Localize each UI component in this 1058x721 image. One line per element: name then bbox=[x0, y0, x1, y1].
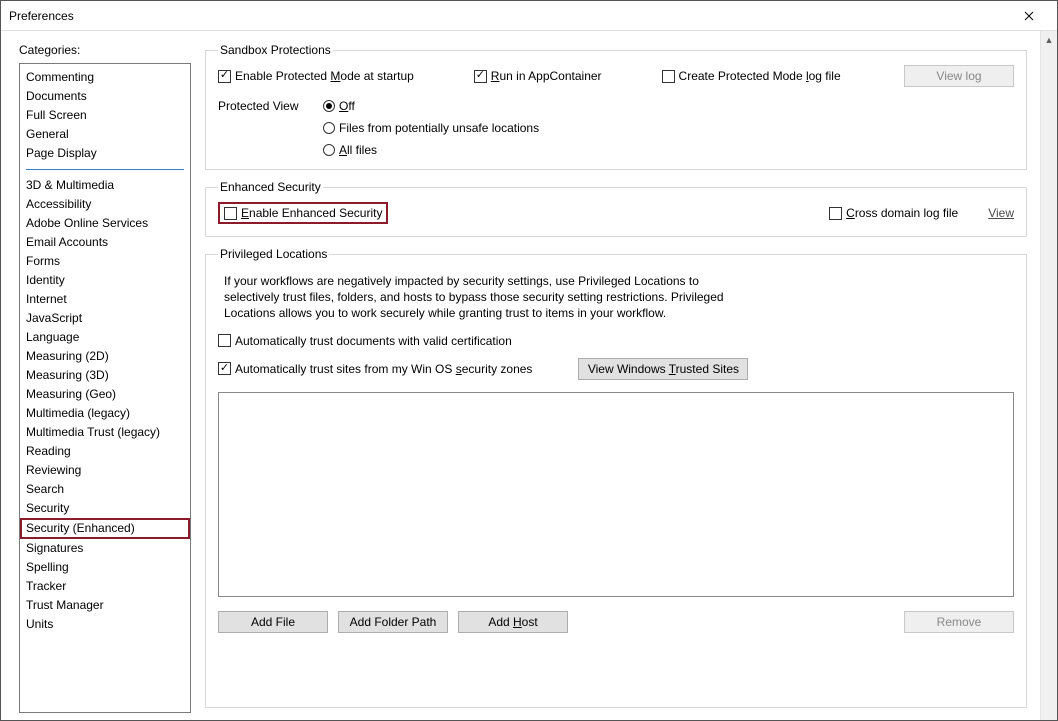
category-item[interactable]: JavaScript bbox=[20, 309, 190, 328]
auto-trust-cert-checkbox[interactable]: Automatically trust documents with valid… bbox=[218, 334, 1014, 348]
category-item[interactable]: Spelling bbox=[20, 558, 190, 577]
category-item[interactable]: Accessibility bbox=[20, 195, 190, 214]
category-item[interactable]: Signatures bbox=[20, 539, 190, 558]
view-log-button[interactable]: View log bbox=[904, 65, 1014, 87]
enhanced-legend: Enhanced Security bbox=[218, 180, 323, 194]
add-folder-path-button[interactable]: Add Folder Path bbox=[338, 611, 448, 633]
auto-trust-sites-checkbox[interactable]: Automatically trust sites from my Win OS… bbox=[218, 362, 532, 376]
category-item[interactable]: Internet bbox=[20, 290, 190, 309]
checkbox-icon bbox=[662, 70, 675, 83]
radio-icon bbox=[323, 100, 335, 112]
checkbox-icon bbox=[218, 334, 231, 347]
titlebar: Preferences bbox=[1, 1, 1057, 31]
category-item-selected[interactable]: Security (Enhanced) bbox=[20, 518, 190, 539]
categories-label: Categories: bbox=[19, 43, 191, 57]
vertical-scrollbar[interactable]: ▲ bbox=[1040, 31, 1057, 720]
category-item[interactable]: Reading bbox=[20, 442, 190, 461]
trusted-locations-list[interactable] bbox=[218, 392, 1014, 597]
view-trusted-sites-button[interactable]: View Windows Trusted Sites bbox=[578, 358, 748, 380]
category-item[interactable]: Commenting bbox=[20, 68, 190, 87]
preferences-window: Preferences Categories: CommentingDocume… bbox=[0, 0, 1058, 721]
protected-view-label: Protected View bbox=[218, 99, 303, 157]
cross-domain-log-checkbox[interactable]: Cross domain log file bbox=[829, 206, 958, 220]
checkbox-icon bbox=[224, 207, 237, 220]
radio-icon bbox=[323, 122, 335, 134]
category-item[interactable]: Security bbox=[20, 499, 190, 518]
run-in-appcontainer-checkbox[interactable]: Run in AppContainer bbox=[474, 69, 602, 83]
categories-column: Categories: CommentingDocumentsFull Scre… bbox=[19, 43, 191, 708]
enable-protected-mode-checkbox[interactable]: Enable Protected Mode at startup bbox=[218, 69, 414, 83]
create-log-file-checkbox[interactable]: Create Protected Mode log file bbox=[662, 69, 841, 83]
category-item[interactable]: Tracker bbox=[20, 577, 190, 596]
categories-list[interactable]: CommentingDocumentsFull ScreenGeneralPag… bbox=[19, 63, 191, 713]
checkbox-icon bbox=[218, 362, 231, 375]
category-item[interactable]: Language bbox=[20, 328, 190, 347]
enable-enhanced-security-checkbox[interactable]: Enable Enhanced Security bbox=[224, 206, 382, 220]
privileged-legend: Privileged Locations bbox=[218, 247, 329, 261]
category-item[interactable]: General bbox=[20, 125, 190, 144]
category-item[interactable]: Measuring (3D) bbox=[20, 366, 190, 385]
category-item[interactable]: Measuring (2D) bbox=[20, 347, 190, 366]
category-item[interactable]: Measuring (Geo) bbox=[20, 385, 190, 404]
scroll-up-icon: ▲ bbox=[1041, 31, 1057, 48]
category-item[interactable]: Reviewing bbox=[20, 461, 190, 480]
category-item[interactable]: Units bbox=[20, 615, 190, 634]
category-item[interactable]: Multimedia (legacy) bbox=[20, 404, 190, 423]
enhanced-security-group: Enhanced Security Enable Enhanced Securi… bbox=[205, 180, 1027, 237]
remove-button[interactable]: Remove bbox=[904, 611, 1014, 633]
category-item[interactable]: Multimedia Trust (legacy) bbox=[20, 423, 190, 442]
category-item[interactable]: Adobe Online Services bbox=[20, 214, 190, 233]
close-button[interactable] bbox=[1009, 2, 1049, 30]
add-file-button[interactable]: Add File bbox=[218, 611, 328, 633]
category-item[interactable]: Trust Manager bbox=[20, 596, 190, 615]
category-item[interactable]: Forms bbox=[20, 252, 190, 271]
category-item[interactable]: Full Screen bbox=[20, 106, 190, 125]
radio-icon bbox=[323, 144, 335, 156]
protected-view-unsafe-radio[interactable]: Files from potentially unsafe locations bbox=[323, 121, 539, 135]
protected-view-off-radio[interactable]: Off bbox=[323, 99, 539, 113]
checkbox-icon bbox=[829, 207, 842, 220]
category-item[interactable]: Documents bbox=[20, 87, 190, 106]
sandbox-legend: Sandbox Protections bbox=[218, 43, 333, 57]
category-item[interactable]: Identity bbox=[20, 271, 190, 290]
sandbox-protections-group: Sandbox Protections Enable Protected Mod… bbox=[205, 43, 1027, 170]
checkbox-icon bbox=[218, 70, 231, 83]
category-item[interactable]: 3D & Multimedia bbox=[20, 176, 190, 195]
add-host-button[interactable]: Add Host bbox=[458, 611, 568, 633]
category-item[interactable]: Page Display bbox=[20, 144, 190, 163]
category-divider bbox=[26, 169, 184, 170]
settings-column: Sandbox Protections Enable Protected Mod… bbox=[205, 43, 1051, 708]
close-icon bbox=[1024, 11, 1034, 21]
window-title: Preferences bbox=[9, 9, 1009, 23]
protected-view-all-radio[interactable]: All files bbox=[323, 143, 539, 157]
privileged-description: If your workflows are negatively impacte… bbox=[224, 273, 744, 322]
checkbox-icon bbox=[474, 70, 487, 83]
category-item[interactable]: Search bbox=[20, 480, 190, 499]
category-item[interactable]: Email Accounts bbox=[20, 233, 190, 252]
dialog-body: Categories: CommentingDocumentsFull Scre… bbox=[1, 31, 1057, 720]
view-cross-domain-log-link[interactable]: View bbox=[988, 206, 1014, 220]
privileged-locations-group: Privileged Locations If your workflows a… bbox=[205, 247, 1027, 708]
